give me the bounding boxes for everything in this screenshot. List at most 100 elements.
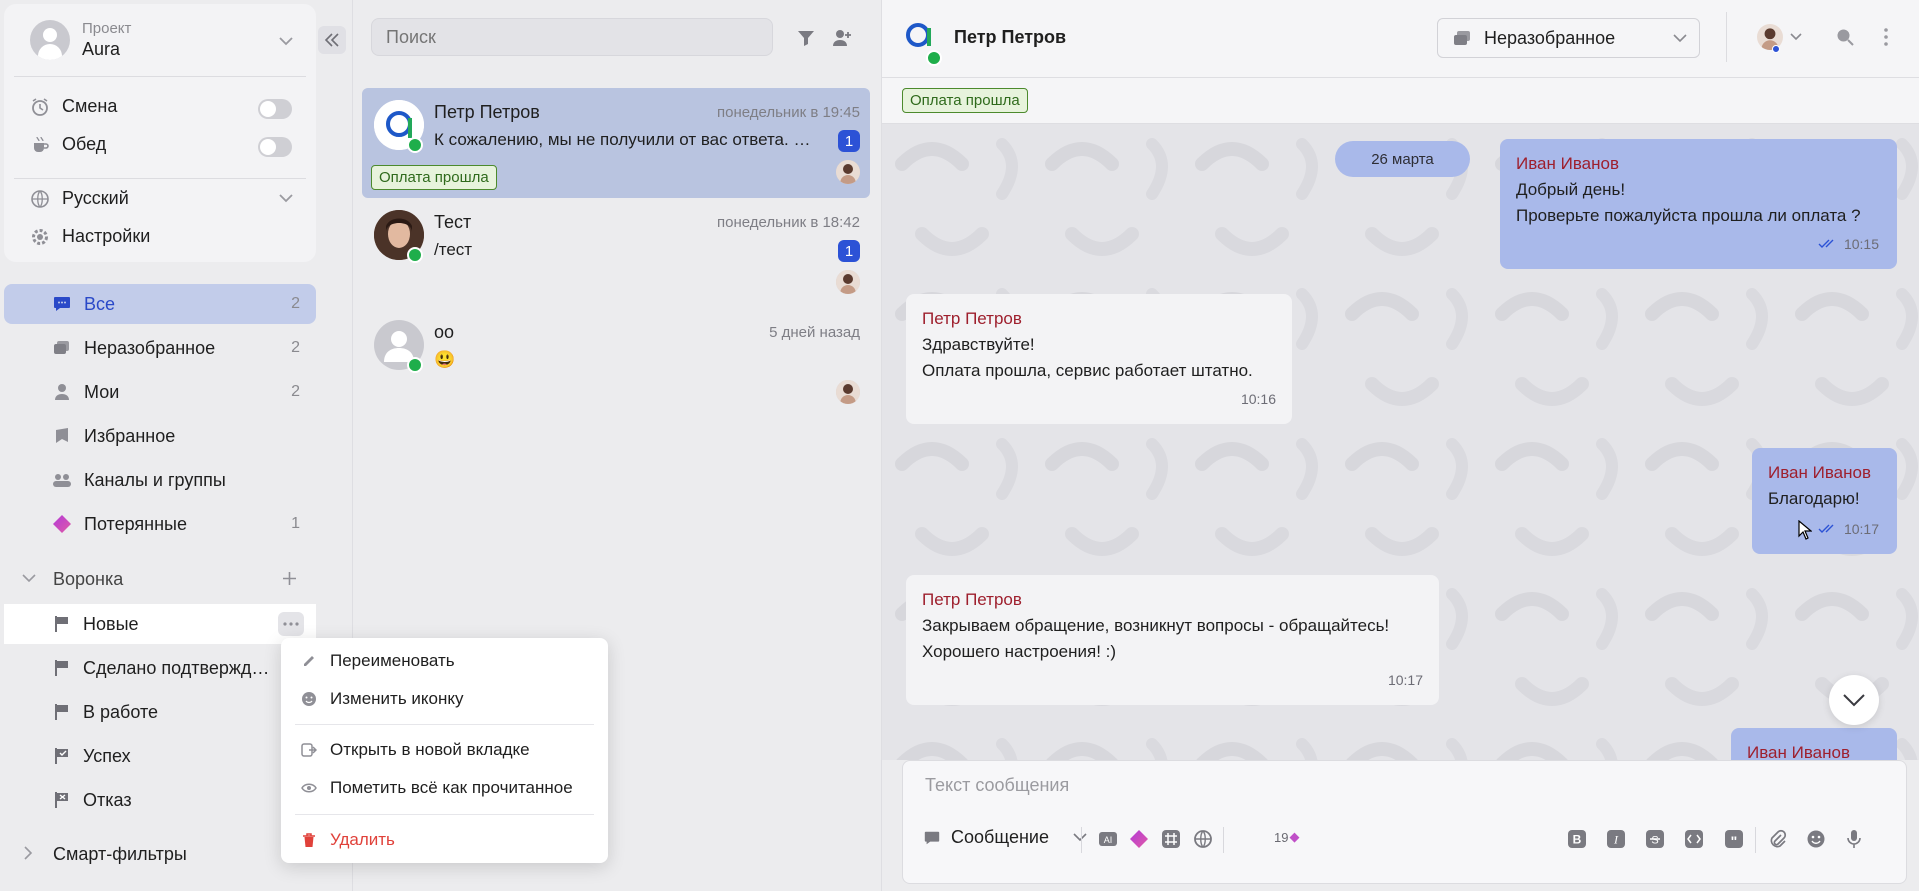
emoji-icon[interactable] — [1806, 829, 1826, 849]
status-tag: Оплата прошла — [371, 165, 497, 190]
nav-item-unsorted[interactable]: Неразобранное 2 — [4, 328, 316, 368]
inbox-stack-icon — [54, 341, 69, 354]
message-input[interactable]: Текст сообщения — [925, 775, 1069, 796]
gear-icon — [32, 228, 48, 245]
ai-icon[interactable]: AI — [1098, 829, 1118, 849]
message-bubble[interactable]: Петр Петров Здравствуйте! Оплата прошла,… — [906, 294, 1292, 424]
plus-icon[interactable] — [282, 571, 297, 586]
double-check-icon — [1818, 524, 1834, 533]
nav-item-channels[interactable]: Каналы и группы — [4, 460, 316, 500]
funnel-item-success[interactable]: Успех — [4, 736, 316, 776]
lunch-toggle[interactable] — [258, 137, 292, 157]
settings-link[interactable]: Настройки — [30, 226, 150, 247]
message-author: Иван Иванов — [1747, 743, 1851, 760]
menu-item-open-new-tab[interactable]: Открыть в новой вкладке — [281, 732, 608, 768]
message-text: Оплата прошла, сервис работает штатно. — [922, 361, 1253, 380]
funnel-item-rejected[interactable]: Отказ — [4, 780, 316, 820]
settings-label: Настройки — [62, 226, 151, 246]
unread-badge: 1 — [838, 130, 860, 152]
menu-item-rename[interactable]: Переименовать — [281, 643, 608, 679]
strikethrough-icon[interactable]: S — [1645, 829, 1665, 849]
diamond-icon[interactable] — [1129, 829, 1149, 849]
funnel-item-in-progress[interactable]: В работе — [4, 692, 316, 732]
language-selector[interactable]: Русский — [30, 188, 129, 209]
nav-item-favorites[interactable]: Избранное — [4, 416, 316, 456]
flag-check-icon — [55, 748, 68, 764]
menu-item-delete[interactable]: Удалить — [281, 822, 608, 858]
project-selector[interactable]: Проект Aura — [30, 20, 131, 60]
group-icon — [53, 474, 71, 487]
menu-item-change-icon[interactable]: Изменить иконку — [281, 681, 608, 717]
message-bubble[interactable]: Иван Иванов Благодарю! 10:17 — [1752, 448, 1897, 554]
chevron-down-icon[interactable] — [22, 574, 36, 583]
nav-item-all[interactable]: Все 2 — [4, 284, 316, 324]
conversation-panel: Петр Петров Неразобранное Оплата прошла — [882, 0, 1919, 891]
ellipsis-icon — [283, 622, 299, 626]
nav-item-mine[interactable]: Мои 2 — [4, 372, 316, 412]
search-icon[interactable] — [1836, 28, 1854, 46]
italic-icon[interactable]: I — [1606, 829, 1626, 849]
nav-item-lost[interactable]: Потерянные 1 — [4, 504, 316, 544]
diamond-icon: ◆ — [1289, 829, 1300, 844]
message-author: Иван Иванов — [1768, 463, 1872, 482]
filter-icon[interactable] — [796, 28, 816, 48]
message-time: 10:17 — [1387, 672, 1423, 688]
flag-icon — [55, 660, 68, 676]
add-contact-icon[interactable] — [832, 28, 852, 48]
project-name: Aura — [82, 39, 121, 59]
online-indicator — [1772, 45, 1780, 53]
status-tag[interactable]: Оплата прошла — [902, 88, 1028, 113]
chevron-down-icon[interactable] — [279, 37, 293, 46]
chat-list-item[interactable]: Тест понедельник в 18:42 /тест 1 — [362, 198, 870, 308]
agent-avatar — [836, 160, 860, 184]
funnel-title[interactable]: Воронка — [53, 569, 123, 590]
unread-badge: 1 — [838, 240, 860, 262]
chevron-down-icon[interactable] — [279, 194, 293, 203]
hashtag-icon[interactable] — [1161, 829, 1181, 849]
message-bubble[interactable]: Петр Петров Закрываем обращение, возникн… — [906, 575, 1439, 705]
quote-icon[interactable]: " — [1724, 829, 1744, 849]
collapse-sidebar-button[interactable] — [318, 26, 346, 54]
message-text: Благодарю! — [1768, 489, 1860, 508]
chat-list-item[interactable]: оо 5 дней назад 😃 — [362, 308, 870, 418]
funnel-label: Новые — [83, 613, 139, 634]
code-icon[interactable] — [1684, 829, 1704, 849]
message-text: Здравствуйте! — [922, 335, 1035, 354]
more-options-button[interactable] — [278, 612, 304, 636]
status-dropdown[interactable]: Неразобранное — [1437, 18, 1700, 58]
funnel-item-new[interactable]: Новые — [4, 604, 316, 644]
diamond-icon — [53, 515, 71, 533]
smart-filters[interactable]: Смарт-фильтры — [53, 844, 187, 865]
more-vertical-icon[interactable] — [1884, 28, 1888, 46]
menu-label: Переименовать — [330, 651, 455, 670]
chevron-right-icon[interactable] — [24, 846, 33, 860]
message-bubble[interactable]: Иван Иванов — [1731, 728, 1897, 760]
chevron-down-icon[interactable] — [1790, 33, 1802, 41]
whatsapp-icon — [407, 247, 423, 263]
chat-time: 5 дней назад — [769, 324, 860, 341]
chat-list-item[interactable]: Петр Петров понедельник в 19:45 К сожале… — [362, 88, 870, 198]
funnel-item-confirmed[interactable]: Сделано подтверждение — [4, 648, 316, 688]
paperclip-icon[interactable] — [1767, 829, 1787, 849]
bold-icon[interactable]: B — [1567, 829, 1587, 849]
nav-count: 2 — [291, 339, 300, 356]
search-input[interactable] — [371, 18, 773, 56]
menu-item-mark-read[interactable]: Пометить всё как прочитанное — [281, 770, 608, 806]
chat-name: Петр Петров — [434, 102, 540, 122]
bookmark-icon — [56, 428, 68, 443]
project-avatar — [30, 20, 70, 60]
scroll-to-bottom-button[interactable] — [1829, 675, 1879, 725]
open-tab-icon — [301, 743, 317, 757]
nav-label: Мои — [84, 381, 120, 402]
message-bubble[interactable]: Иван Иванов Добрый день! Проверьте пожал… — [1500, 139, 1897, 269]
context-menu: Переименовать Изменить иконку Открыть в … — [281, 638, 608, 863]
whatsapp-icon — [926, 50, 942, 66]
microphone-icon[interactable] — [1844, 829, 1864, 849]
shift-toggle[interactable] — [258, 99, 292, 119]
message-mode-dropdown[interactable]: Сообщение — [923, 827, 1087, 848]
globe-icon[interactable] — [1193, 829, 1213, 849]
nav-count: 2 — [291, 383, 300, 400]
contact-name[interactable]: Петр Петров — [954, 27, 1066, 48]
flag-x-icon — [55, 792, 68, 808]
message-counter: 19 ◆ — [1274, 829, 1299, 845]
